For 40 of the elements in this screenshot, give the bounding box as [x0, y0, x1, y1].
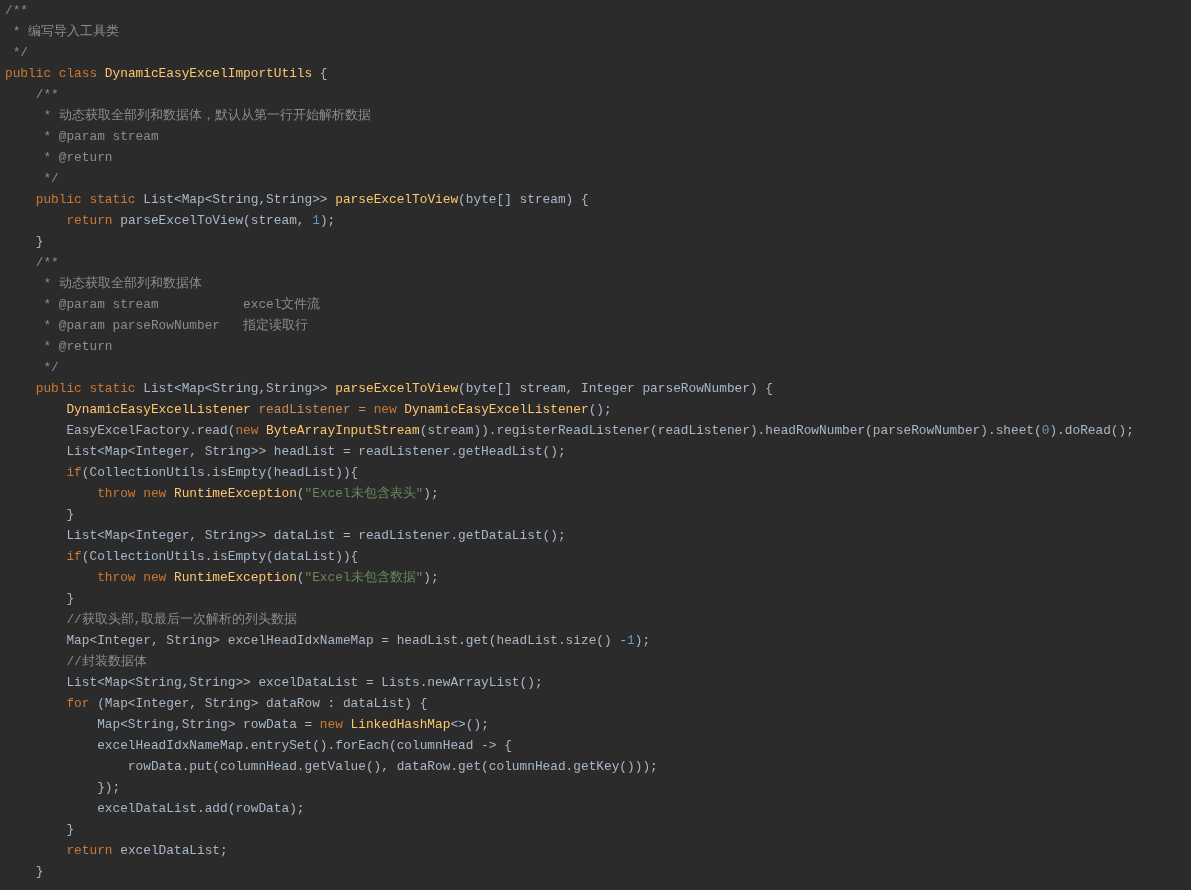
code-line: if(CollectionUtils.isEmpty(headList)){	[65, 464, 359, 482]
code-line: * 编写导入工具类	[11, 23, 120, 41]
code-line: public static List<Map<String,String>> parseExcelToView(byte[] stream) {	[34, 191, 589, 209]
code-line: excelHeadIdxNameMap.entrySet().forEach(columnHead -> {	[96, 737, 512, 755]
code-line: }	[65, 590, 75, 608]
code-line: public static List<Map<String,String>> parseExcelToView(byte[] stream, Integer parseRowNumber) {	[34, 380, 773, 398]
code-line: DynamicEasyExcelListener readListener = new DynamicEasyExcelListener();	[65, 401, 612, 419]
code-line: */	[11, 44, 29, 62]
code-line: rowData.put(columnHead.getValue(), dataRow.get(columnHead.getKey()));	[126, 758, 658, 776]
code-line: //封装数据体	[65, 653, 147, 671]
code-line: Map<Integer, String> excelHeadIdxNameMap = headList.get(headList.size() -1);	[65, 632, 651, 650]
code-line: /**	[5, 2, 29, 20]
code-line: * @return	[42, 338, 113, 356]
code-line: }	[65, 506, 75, 524]
code-line: return parseExcelToView(stream, 1);	[65, 212, 336, 230]
code-line: Map<String,String> rowData = new LinkedHashMap<>();	[96, 716, 489, 734]
code-line: List<Map<String,String>> excelDataList = Lists.newArrayList();	[65, 674, 543, 692]
code-line: /**	[34, 86, 59, 104]
code-line: }	[65, 821, 75, 839]
code-line: */	[42, 359, 59, 377]
code-line: * @return	[42, 149, 113, 167]
code-line: * @param stream	[42, 128, 159, 146]
code-line: }	[34, 233, 44, 251]
code-line: excelDataList.add(rowData);	[96, 800, 305, 818]
code-line: List<Map<Integer, String>> dataList = readListener.getDataList();	[65, 527, 566, 545]
code-line: EasyExcelFactory.read(new ByteArrayInputStream(stream)).registerReadListener(readListener).headRowNumber(parseRowNumber).sheet(0).doRead();	[65, 422, 1134, 440]
code-line: }	[34, 863, 44, 881]
code-line: for (Map<Integer, String> dataRow : dataList) {	[65, 695, 428, 713]
code-line: * @param parseRowNumber 指定读取行	[42, 317, 309, 335]
code-line: */	[42, 170, 59, 188]
code-line: List<Map<Integer, String>> headList = readListener.getHeadList();	[65, 443, 566, 461]
code-line: });	[96, 779, 121, 797]
code-line: return excelDataList;	[65, 842, 228, 860]
code-line: throw new RuntimeException("Excel未包含数据");	[96, 569, 439, 587]
code-line: /**	[34, 254, 59, 272]
code-line: public class DynamicEasyExcelImportUtils {	[5, 65, 328, 83]
code-line: * @param stream excel文件流	[42, 296, 321, 314]
code-line: throw new RuntimeException("Excel未包含表头");	[96, 485, 439, 503]
code-line: * 动态获取全部列和数据体	[42, 275, 202, 293]
code-line: if(CollectionUtils.isEmpty(dataList)){	[65, 548, 359, 566]
